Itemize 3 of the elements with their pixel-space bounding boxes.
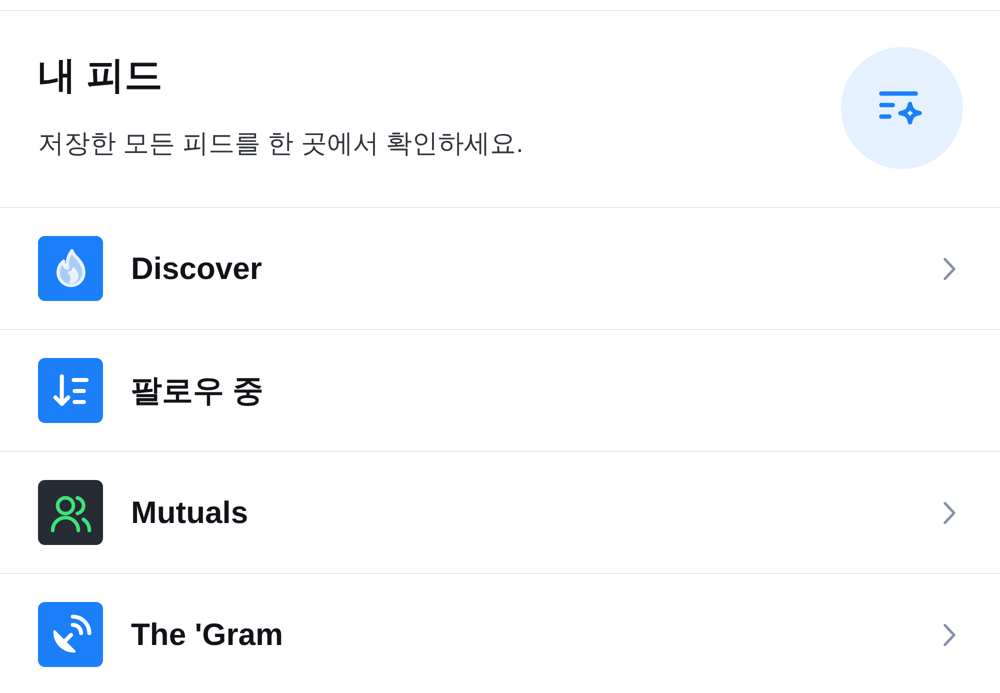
sparkle-list-icon bbox=[879, 90, 925, 126]
page-subtitle: 저장한 모든 피드를 한 곳에서 확인하세요. bbox=[38, 127, 524, 159]
page-title: 내 피드 bbox=[38, 54, 164, 99]
